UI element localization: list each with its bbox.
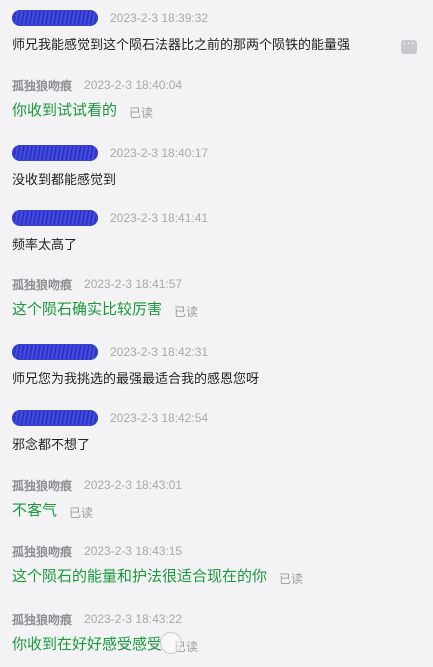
- more-options-button[interactable]: ···: [401, 40, 417, 54]
- message-time: 2023-2-3 18:40:04: [84, 78, 183, 92]
- message-text[interactable]: 这个陨石确实比较厉害 已读: [12, 298, 198, 319]
- message-text[interactable]: 你收到试试看的 已读: [12, 99, 153, 120]
- redacted-sender-name: [12, 145, 98, 161]
- read-status: 已读: [129, 106, 154, 120]
- redacted-sender-name: [12, 210, 98, 226]
- message-time: 2023-2-3 18:43:15: [84, 544, 183, 558]
- message-item: 孤独狼吻痕 2023-2-3 18:43:01 不客气 已读: [12, 477, 429, 520]
- message-item: 孤独狼吻痕 2023-2-3 18:40:04 你收到试试看的 已读: [12, 77, 429, 120]
- message-item: 2023-2-3 18:41:41 频率太高了: [12, 210, 429, 253]
- message-text[interactable]: 频率太高了: [12, 234, 77, 253]
- message-text-content: 不客气: [12, 501, 58, 519]
- read-status: 已读: [69, 506, 94, 520]
- message-item: 孤独狼吻痕 2023-2-3 18:43:15 这个陨石的能量和护法很适合现在的你…: [12, 543, 429, 586]
- message-time: 2023-2-3 18:43:22: [84, 612, 183, 626]
- sender-name: 孤独狼吻痕: [12, 612, 73, 627]
- message-item: 孤独狼吻痕 2023-2-3 18:41:57 这个陨石确实比较厉害 已读: [12, 276, 429, 319]
- message-time: 2023-2-3 18:40:17: [110, 146, 209, 160]
- redacted-sender-name: [12, 10, 98, 26]
- cursor-circle-icon: [160, 632, 182, 654]
- message-text[interactable]: 师兄您为我挑选的最强最适合我的感恩您呀: [12, 368, 259, 387]
- message-text-content: 这个陨石的能量和护法很适合现在的你: [12, 567, 268, 585]
- message-item: 孤独狼吻痕 2023-2-3 18:43:22 你收到在好好感受感受 已读: [12, 611, 429, 654]
- message-item: 2023-2-3 18:42:31 师兄您为我挑选的最强最适合我的感恩您呀: [12, 344, 429, 387]
- message-text[interactable]: 不客气 已读: [12, 499, 93, 520]
- message-item: 2023-2-3 18:39:32 师兄我能感觉到这个陨石法器比之前的那两个陨铁…: [12, 10, 429, 53]
- sender-name: 孤独狼吻痕: [12, 277, 73, 292]
- message-time: 2023-2-3 18:41:41: [110, 211, 209, 225]
- message-text[interactable]: 师兄我能感觉到这个陨石法器比之前的那两个陨铁的能量强: [12, 34, 350, 53]
- message-time: 2023-2-3 18:42:31: [110, 345, 209, 359]
- message-item: 2023-2-3 18:42:54 邪念都不想了: [12, 410, 429, 453]
- sender-name: 孤独狼吻痕: [12, 78, 73, 93]
- sender-name: 孤独狼吻痕: [12, 544, 73, 559]
- message-time: 2023-2-3 18:42:54: [110, 411, 209, 425]
- message-text[interactable]: 没收到都能感觉到: [12, 169, 116, 188]
- message-text-content: 你收到试试看的: [12, 101, 118, 119]
- chat-history: 2023-2-3 18:39:32 师兄我能感觉到这个陨石法器比之前的那两个陨铁…: [0, 0, 433, 667]
- redacted-sender-name: [12, 410, 98, 426]
- redacted-sender-name: [12, 344, 98, 360]
- message-time: 2023-2-3 18:41:57: [84, 277, 183, 291]
- message-time: 2023-2-3 18:39:32: [110, 11, 209, 25]
- sender-name: 孤独狼吻痕: [12, 478, 73, 493]
- message-text[interactable]: 邪念都不想了: [12, 434, 90, 453]
- message-item: 2023-2-3 18:40:17 没收到都能感觉到: [12, 145, 429, 188]
- message-text[interactable]: 这个陨石的能量和护法很适合现在的你 已读: [12, 565, 303, 586]
- message-text-content: 这个陨石确实比较厉害: [12, 300, 163, 318]
- read-status: 已读: [174, 305, 199, 319]
- read-status: 已读: [279, 572, 304, 586]
- message-time: 2023-2-3 18:43:01: [84, 478, 183, 492]
- message-text-content: 你收到在好好感受感受: [12, 635, 163, 653]
